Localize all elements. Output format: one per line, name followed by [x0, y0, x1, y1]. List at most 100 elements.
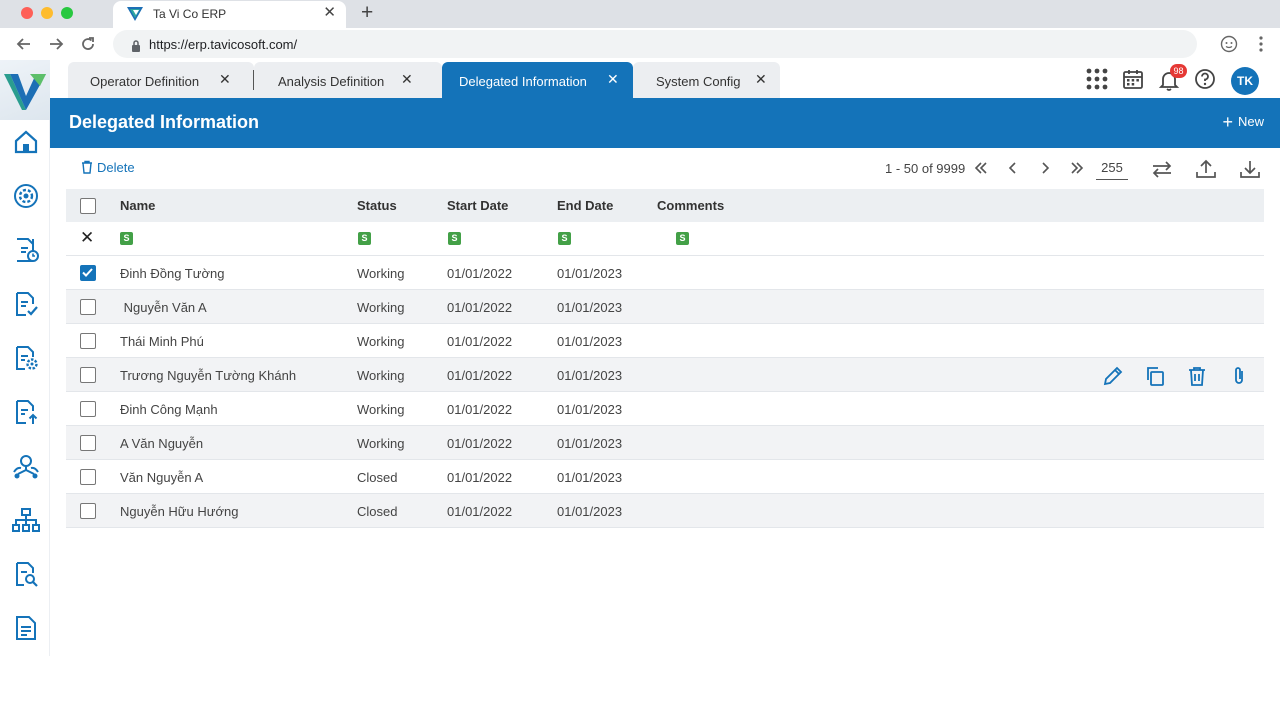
row-checkbox[interactable] [80, 333, 96, 349]
row-checkbox[interactable] [80, 469, 96, 485]
table-row[interactable]: Đinh Công Mạnh Working 01/01/2022 01/01/… [66, 392, 1264, 426]
filter-start-date-icon[interactable]: S [448, 232, 461, 245]
url-field[interactable]: https://erp.tavicosoft.com/ [113, 30, 1197, 58]
clear-filter-icon[interactable]: ✕ [80, 229, 94, 246]
settings-cycle-icon[interactable] [12, 182, 40, 210]
tab-system-config[interactable]: System Config ✕ [633, 62, 780, 98]
maximize-window-icon[interactable] [61, 7, 73, 19]
select-all-checkbox[interactable] [80, 198, 96, 214]
forward-icon[interactable] [46, 34, 66, 59]
close-icon[interactable]: ✕ [401, 72, 413, 86]
delete-label: Delete [97, 160, 135, 175]
filter-name-icon[interactable]: S [120, 232, 133, 245]
attachment-icon[interactable] [1228, 365, 1250, 392]
new-tab-icon[interactable]: + [361, 2, 373, 23]
cell-start-date: 01/01/2022 [447, 504, 513, 519]
table-row[interactable]: Nguyễn Văn A Working 01/01/2022 01/01/20… [66, 290, 1264, 324]
document-search-icon[interactable] [12, 560, 40, 588]
table-row[interactable]: Đinh Đồng Tường Working 01/01/2022 01/01… [66, 256, 1264, 290]
cell-name: Nguyễn Văn A [120, 300, 207, 315]
column-header-status[interactable]: Status [357, 198, 397, 213]
cell-end-date: 01/01/2023 [557, 300, 623, 315]
edit-icon[interactable] [1102, 365, 1124, 392]
sidebar [0, 60, 50, 656]
table-row[interactable]: Trương Nguyễn Tường Khánh Working 01/01/… [66, 358, 1264, 392]
previous-page-icon[interactable] [1005, 160, 1021, 181]
app-tab-bar: Operator Definition ✕ Analysis Definitio… [50, 60, 1280, 98]
document-clock-icon[interactable] [12, 236, 40, 264]
column-header-end-date[interactable]: End Date [557, 198, 613, 213]
row-checkbox[interactable] [80, 503, 96, 519]
tab-analysis-definition[interactable]: Analysis Definition ✕ [254, 62, 442, 98]
cell-end-date: 01/01/2023 [557, 504, 623, 519]
upload-icon[interactable] [1195, 158, 1217, 185]
trash-icon[interactable] [1186, 365, 1208, 392]
cell-status: Closed [357, 470, 398, 485]
filter-comments-icon[interactable]: S [676, 232, 689, 245]
org-chart-icon[interactable] [12, 506, 40, 534]
user-network-icon[interactable] [12, 452, 40, 480]
browser-menu-icon[interactable] [1258, 34, 1264, 59]
cell-status: Working [357, 266, 405, 281]
back-icon[interactable] [14, 34, 34, 59]
column-header-start-date[interactable]: Start Date [447, 198, 508, 213]
copy-icon[interactable] [1144, 365, 1166, 392]
reload-icon[interactable] [78, 34, 98, 59]
minimize-window-icon[interactable] [41, 7, 53, 19]
close-icon[interactable]: ✕ [219, 72, 231, 86]
tab-label: Analysis Definition [278, 74, 385, 89]
cell-end-date: 01/01/2023 [557, 470, 623, 485]
pager-range: 1 - 50 of 9999 [885, 161, 966, 176]
row-checkbox[interactable] [80, 265, 96, 281]
document-upload-icon[interactable] [12, 398, 40, 426]
page-size-input[interactable]: 255 [1096, 160, 1128, 180]
cell-status: Closed [357, 504, 398, 519]
profile-icon[interactable] [1219, 34, 1239, 59]
download-icon[interactable] [1239, 158, 1261, 185]
tab-operator-definition[interactable]: Operator Definition ✕ [68, 62, 254, 98]
delete-button[interactable]: Delete [81, 160, 135, 175]
document-check-icon[interactable] [12, 290, 40, 318]
cell-start-date: 01/01/2022 [447, 436, 513, 451]
row-checkbox[interactable] [80, 401, 96, 417]
swap-icon[interactable] [1150, 158, 1174, 185]
new-button[interactable]: + New [1222, 113, 1264, 131]
close-icon[interactable]: ✕ [755, 72, 767, 86]
table-row[interactable]: Văn Nguyễn A Closed 01/01/2022 01/01/202… [66, 460, 1264, 494]
close-icon[interactable]: ✕ [607, 72, 619, 86]
cell-end-date: 01/01/2023 [557, 436, 623, 451]
notification-badge: 98 [1170, 64, 1187, 78]
table-row[interactable]: Thái Minh Phú Working 01/01/2022 01/01/2… [66, 324, 1264, 358]
next-page-icon[interactable] [1037, 160, 1053, 181]
tab-delegated-information[interactable]: Delegated Information ✕ [442, 62, 633, 98]
calendar-icon[interactable] [1122, 68, 1144, 95]
cell-start-date: 01/01/2022 [447, 266, 513, 281]
window-bottom [0, 656, 1280, 720]
company-logo[interactable] [0, 60, 50, 120]
close-tab-icon[interactable]: ✕ [323, 5, 336, 20]
apps-grid-icon[interactable] [1086, 68, 1108, 95]
filter-row: ✕ S S S S S [66, 222, 1264, 256]
cell-name: Văn Nguyễn A [120, 470, 204, 485]
table-row[interactable]: A Văn Nguyễn Working 01/01/2022 01/01/20… [66, 426, 1264, 460]
tab-label: Operator Definition [90, 74, 200, 89]
browser-tab[interactable]: Ta Vi Co ERP ✕ [113, 1, 346, 28]
table-row[interactable]: Nguyễn Hữu Hướng Closed 01/01/2022 01/01… [66, 494, 1264, 528]
document-icon[interactable] [12, 614, 40, 642]
help-icon[interactable] [1194, 68, 1216, 95]
favicon-icon [127, 7, 143, 26]
row-checkbox[interactable] [80, 367, 96, 383]
avatar[interactable]: TK [1231, 67, 1259, 95]
filter-status-icon[interactable]: S [358, 232, 371, 245]
row-checkbox[interactable] [80, 435, 96, 451]
row-checkbox[interactable] [80, 299, 96, 315]
filter-end-date-icon[interactable]: S [558, 232, 571, 245]
column-header-comments[interactable]: Comments [657, 198, 724, 213]
column-header-name[interactable]: Name [120, 198, 155, 213]
last-page-icon[interactable] [1069, 160, 1085, 181]
first-page-icon[interactable] [973, 160, 989, 181]
home-icon[interactable] [12, 128, 40, 156]
close-window-icon[interactable] [21, 7, 33, 19]
document-gear-icon[interactable] [12, 344, 40, 372]
cell-status: Working [357, 402, 405, 417]
